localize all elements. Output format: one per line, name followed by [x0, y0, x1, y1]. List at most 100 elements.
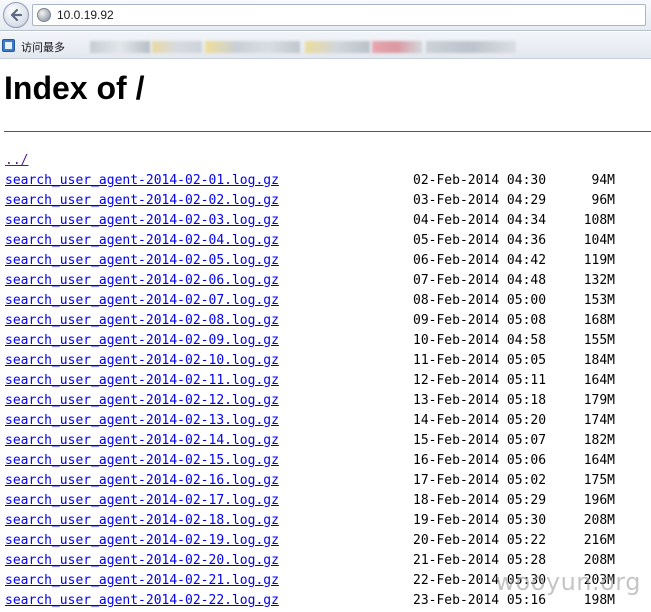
horizontal-rule [4, 131, 651, 132]
file-link[interactable]: search_user_agent-2014-02-13.log.gz [5, 411, 279, 431]
file-link[interactable]: search_user_agent-2014-02-12.log.gz [5, 391, 279, 411]
file-row: search_user_agent-2014-02-19.log.gz 20-Fe… [5, 531, 645, 551]
file-date: 10-Feb-2014 04:58 [413, 333, 547, 348]
file-size: 208M [583, 513, 615, 528]
file-row: search_user_agent-2014-02-10.log.gz 11-Fe… [5, 351, 645, 371]
bookmark-icon [2, 39, 15, 52]
file-row: search_user_agent-2014-02-03.log.gz 04-Fe… [5, 211, 645, 231]
file-link[interactable]: search_user_agent-2014-02-10.log.gz [5, 351, 279, 371]
file-link[interactable]: search_user_agent-2014-02-11.log.gz [5, 371, 279, 391]
page-title: Index of / [4, 70, 145, 106]
file-list: search_user_agent-2014-02-01.log.gz 02-Fe… [5, 171, 645, 611]
file-row: search_user_agent-2014-02-09.log.gz 10-Fe… [5, 331, 645, 351]
file-date: 09-Feb-2014 05:08 [413, 313, 547, 328]
file-date: 13-Feb-2014 05:18 [413, 393, 547, 408]
parent-directory-link[interactable]: ../ [5, 151, 28, 171]
back-button[interactable] [3, 2, 29, 28]
file-date: 19-Feb-2014 05:30 [413, 513, 547, 528]
file-link[interactable]: search_user_agent-2014-02-08.log.gz [5, 311, 279, 331]
file-link[interactable]: search_user_agent-2014-02-20.log.gz [5, 551, 279, 571]
file-date: 06-Feb-2014 04:42 [413, 253, 547, 268]
file-row: search_user_agent-2014-02-12.log.gz 13-Fe… [5, 391, 645, 411]
directory-listing: ../ search_user_agent-2014-02-01.log.gz 0… [5, 151, 645, 611]
redacted-bookmark [90, 41, 150, 53]
file-size: 164M [583, 373, 615, 388]
url-field[interactable]: 10.0.19.92 [32, 4, 646, 26]
redacted-bookmark [305, 41, 370, 53]
file-size: 164M [583, 453, 615, 468]
file-size: 216M [583, 533, 615, 548]
file-date: 04-Feb-2014 04:34 [413, 213, 547, 228]
file-link[interactable]: search_user_agent-2014-02-15.log.gz [5, 451, 279, 471]
file-link[interactable]: search_user_agent-2014-02-04.log.gz [5, 231, 279, 251]
file-row: search_user_agent-2014-02-08.log.gz 09-Fe… [5, 311, 645, 331]
file-link[interactable]: search_user_agent-2014-02-07.log.gz [5, 291, 279, 311]
file-size: 155M [583, 333, 615, 348]
file-size: 179M [583, 393, 615, 408]
redacted-bookmark [205, 41, 300, 53]
file-date: 17-Feb-2014 05:02 [413, 473, 547, 488]
file-size: 184M [583, 353, 615, 368]
file-link[interactable]: search_user_agent-2014-02-22.log.gz [5, 591, 279, 611]
file-size: 104M [583, 233, 615, 248]
file-size: 119M [583, 253, 615, 268]
file-date: 08-Feb-2014 05:00 [413, 293, 547, 308]
file-size: 108M [583, 213, 615, 228]
file-date: 02-Feb-2014 04:30 [413, 173, 547, 188]
file-row: search_user_agent-2014-02-16.log.gz 17-Fe… [5, 471, 645, 491]
file-date: 20-Feb-2014 05:22 [413, 533, 547, 548]
file-date: 14-Feb-2014 05:20 [413, 413, 547, 428]
file-link[interactable]: search_user_agent-2014-02-09.log.gz [5, 331, 279, 351]
file-date: 16-Feb-2014 05:06 [413, 453, 547, 468]
redacted-bookmark [152, 41, 202, 53]
file-link[interactable]: search_user_agent-2014-02-03.log.gz [5, 211, 279, 231]
file-size: 174M [583, 413, 615, 428]
file-row: search_user_agent-2014-02-05.log.gz 06-Fe… [5, 251, 645, 271]
file-size: 196M [583, 493, 615, 508]
page-globe-icon [37, 8, 51, 22]
back-arrow-icon [10, 8, 23, 22]
file-row: search_user_agent-2014-02-06.log.gz 07-Fe… [5, 271, 645, 291]
file-link[interactable]: search_user_agent-2014-02-17.log.gz [5, 491, 279, 511]
file-row: search_user_agent-2014-02-13.log.gz 14-Fe… [5, 411, 645, 431]
file-row: search_user_agent-2014-02-11.log.gz 12-Fe… [5, 371, 645, 391]
file-date: 03-Feb-2014 04:29 [413, 193, 547, 208]
file-date: 18-Feb-2014 05:29 [413, 493, 547, 508]
url-text: 10.0.19.92 [57, 8, 114, 22]
file-link[interactable]: search_user_agent-2014-02-19.log.gz [5, 531, 279, 551]
file-date: 15-Feb-2014 05:07 [413, 433, 547, 448]
most-visited-bookmark[interactable]: 访问最多 [21, 39, 65, 55]
file-row: search_user_agent-2014-02-15.log.gz 16-Fe… [5, 451, 645, 471]
redacted-bookmark [426, 41, 516, 53]
address-bar: 10.0.19.92 [0, 0, 651, 31]
file-link[interactable]: search_user_agent-2014-02-05.log.gz [5, 251, 279, 271]
file-size: 94M [591, 173, 615, 188]
file-size: 175M [583, 473, 615, 488]
file-row: search_user_agent-2014-02-17.log.gz 18-Fe… [5, 491, 645, 511]
parent-directory-row: ../ [5, 151, 645, 171]
file-link[interactable]: search_user_agent-2014-02-18.log.gz [5, 511, 279, 531]
file-link[interactable]: search_user_agent-2014-02-06.log.gz [5, 271, 279, 291]
file-row: search_user_agent-2014-02-01.log.gz 02-Fe… [5, 171, 645, 191]
file-date: 05-Feb-2014 04:36 [413, 233, 547, 248]
file-link[interactable]: search_user_agent-2014-02-02.log.gz [5, 191, 279, 211]
file-row: search_user_agent-2014-02-02.log.gz 03-Fe… [5, 191, 645, 211]
file-link[interactable]: search_user_agent-2014-02-14.log.gz [5, 431, 279, 451]
file-row: search_user_agent-2014-02-14.log.gz 15-Fe… [5, 431, 645, 451]
file-link[interactable]: search_user_agent-2014-02-16.log.gz [5, 471, 279, 491]
redacted-bookmark [372, 41, 422, 53]
file-row: search_user_agent-2014-02-04.log.gz 05-Fe… [5, 231, 645, 251]
watermark: wooyun.org [495, 568, 641, 596]
file-date: 11-Feb-2014 05:05 [413, 353, 547, 368]
file-row: search_user_agent-2014-02-18.log.gz 19-Fe… [5, 511, 645, 531]
file-link[interactable]: search_user_agent-2014-02-01.log.gz [5, 171, 279, 191]
file-link[interactable]: search_user_agent-2014-02-21.log.gz [5, 571, 279, 591]
file-size: 132M [583, 273, 615, 288]
file-size: 182M [583, 433, 615, 448]
file-date: 12-Feb-2014 05:11 [413, 373, 547, 388]
file-size: 96M [591, 193, 615, 208]
file-date: 07-Feb-2014 04:48 [413, 273, 547, 288]
file-row: search_user_agent-2014-02-07.log.gz 08-Fe… [5, 291, 645, 311]
bookmarks-bar: 访问最多 [0, 32, 651, 59]
file-size: 153M [583, 293, 615, 308]
